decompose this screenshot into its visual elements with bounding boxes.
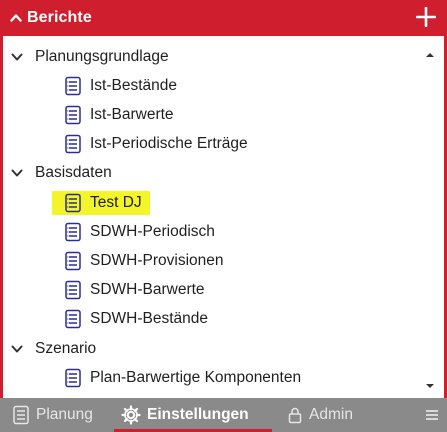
tree-group-label: Szenario (35, 340, 97, 357)
report-icon (63, 279, 83, 301)
chevron-down-icon[interactable] (11, 343, 23, 355)
tree-group-szenario[interactable]: Szenario (3, 337, 96, 361)
tab-label: Admin (309, 406, 353, 423)
chevron-down-icon[interactable] (11, 51, 23, 63)
scroll-up-icon[interactable] (424, 47, 436, 57)
report-icon (63, 104, 83, 126)
tree-item[interactable]: Plan-Barwertige Komponenten (63, 366, 301, 390)
plus-icon[interactable] (415, 6, 437, 28)
tree-item[interactable]: SDWH-Bestände (63, 307, 208, 331)
tree-item-label: Ist-Periodische Erträge (90, 135, 248, 152)
tree-item-label: Ist-Bestände (90, 77, 178, 94)
tree-item-label: SDWH-Barwerte (90, 281, 205, 298)
tab-einstellungen[interactable]: Einstellungen (121, 398, 249, 432)
bottom-nav: Planung Einstellungen Admin (0, 398, 447, 432)
tree-item-label: Test DJ (90, 194, 142, 211)
reports-tree-panel[interactable]: Planungsgrundlage Ist-Bestände Ist-Barwe… (0, 36, 447, 398)
tree-item-label: SDWH-Provisionen (90, 252, 224, 269)
tree-item[interactable]: SDWH-Provisionen (63, 249, 224, 273)
tab-planung[interactable]: Planung (12, 398, 93, 432)
tree-group-label: Planungsgrundlage (35, 48, 169, 65)
tree-item-selected[interactable]: Test DJ (52, 191, 150, 215)
tree-item[interactable]: Ist-Bestände (63, 74, 177, 98)
tree-item-label: SDWH-Bestände (90, 310, 209, 327)
reports-header[interactable]: Berichte (0, 0, 447, 36)
tree-item-label: Ist-Barwerte (90, 106, 174, 123)
scroll-down-icon[interactable] (424, 378, 436, 388)
report-icon (63, 75, 83, 97)
tab-label: Planung (36, 406, 93, 423)
hamburger-icon[interactable] (425, 408, 439, 422)
chevron-up-icon[interactable] (9, 11, 23, 25)
report-icon (63, 308, 83, 330)
gear-icon (121, 405, 141, 425)
tree-item[interactable]: Ist-Barwerte (63, 103, 174, 127)
chevron-down-icon[interactable] (11, 167, 23, 179)
lock-icon (287, 406, 303, 424)
report-icon (63, 133, 83, 155)
tree-group-planungsgrundlage[interactable]: Planungsgrundlage (3, 45, 169, 69)
tree-group-label: Basisdaten (35, 164, 112, 181)
report-icon (63, 221, 83, 243)
tree-item[interactable]: Ist-Periodische Erträge (63, 132, 248, 156)
report-icon (63, 250, 83, 272)
tree-item-label: SDWH-Periodisch (90, 223, 215, 240)
tree-item[interactable]: SDWH-Barwerte (63, 278, 205, 302)
report-icon (63, 192, 83, 214)
reports-title: Berichte (27, 9, 92, 26)
report-icon (12, 405, 30, 425)
tree-item-label: Plan-Barwertige Komponenten (90, 369, 302, 386)
tab-label: Einstellungen (147, 406, 249, 423)
tab-admin[interactable]: Admin (287, 398, 353, 432)
tree-item[interactable]: SDWH-Periodisch (63, 220, 215, 244)
tree-group-basisdaten[interactable]: Basisdaten (3, 161, 112, 185)
report-icon (63, 367, 83, 389)
